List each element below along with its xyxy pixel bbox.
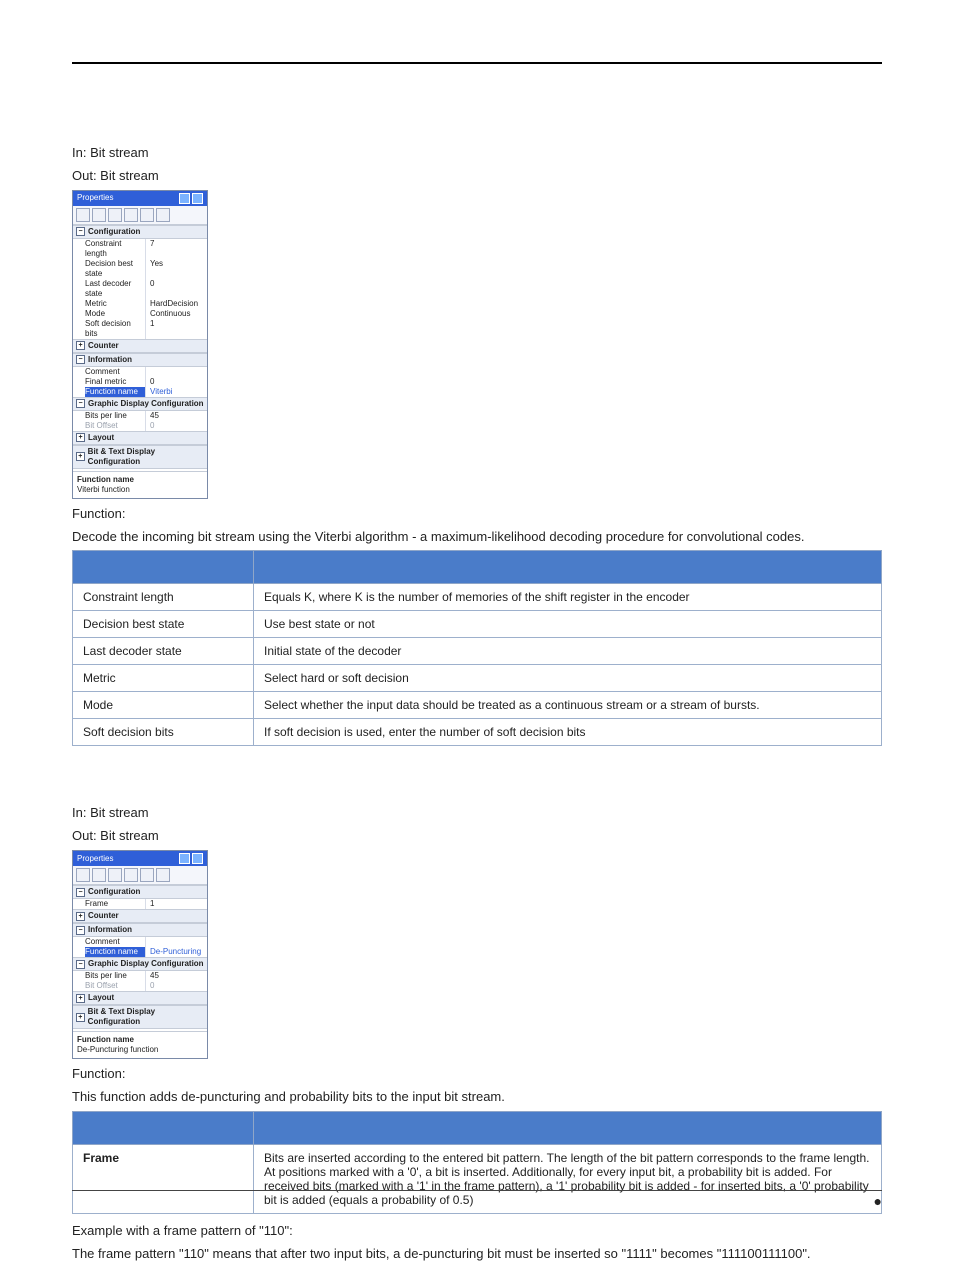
table-row: ModeSelect whether the input data should… [73,692,882,719]
toolbar-btn[interactable] [76,868,90,882]
expand-icon[interactable]: + [76,433,85,442]
properties-title-text: Properties [77,854,113,864]
toolbar-btn[interactable] [156,208,170,222]
footer-bullet-icon: ● [874,1193,882,1209]
collapse-icon[interactable]: − [76,399,85,408]
prop-row[interactable]: MetricHardDecision [73,299,207,309]
collapse-icon[interactable]: − [76,960,85,969]
expand-icon[interactable]: + [76,341,85,350]
group-counter[interactable]: +Counter [73,339,207,353]
close-icon[interactable] [192,853,203,864]
properties-panel-2: Properties −Configuration Frame1 +Counte… [72,850,208,1059]
properties-titlebar: Properties [73,191,207,206]
toolbar-btn[interactable] [156,868,170,882]
function-desc-1: Decode the incoming bit stream using the… [72,528,882,547]
properties-panel-1: Properties −Configuration Constraint len… [72,190,208,499]
properties-toolbar [73,866,207,885]
collapse-icon[interactable]: − [76,888,85,897]
collapse-icon[interactable]: − [76,355,85,364]
close-icon[interactable] [192,193,203,204]
parameter-table-1: Constraint lengthEquals K, where K is th… [72,550,882,746]
function-label-1: Function: [72,505,882,524]
collapse-icon[interactable]: − [76,227,85,236]
expand-icon[interactable]: + [76,452,85,461]
prop-row[interactable]: Bit Offset0 [73,421,207,431]
table-row: Decision best stateUse best state or not [73,611,882,638]
toolbar-btn[interactable] [140,208,154,222]
prop-row[interactable]: Bits per line45 [73,411,207,421]
properties-title-text: Properties [77,193,113,203]
prop-row[interactable]: Last decoder state0 [73,279,207,299]
in-label-2: In: Bit stream [72,804,882,823]
group-gdc[interactable]: −Graphic Display Configuration [73,397,207,411]
group-btdc[interactable]: +Bit & Text Display Configuration [73,445,207,469]
group-layout[interactable]: +Layout [73,431,207,445]
expand-icon[interactable]: + [76,912,85,921]
prop-row[interactable]: Comment [73,937,207,947]
prop-row[interactable]: Constraint length7 [73,239,207,259]
table-row: MetricSelect hard or soft decision [73,665,882,692]
table-row: FrameBits are inserted according to the … [73,1144,882,1213]
group-information[interactable]: −Information [73,353,207,367]
toolbar-btn[interactable] [76,208,90,222]
example-body: The frame pattern "110" means that after… [72,1245,882,1263]
prop-row[interactable]: Decision best stateYes [73,259,207,279]
toolbar-btn[interactable] [108,868,122,882]
toolbar-btn[interactable] [108,208,122,222]
group-layout[interactable]: +Layout [73,991,207,1005]
prop-row[interactable]: Final metric0 [73,377,207,387]
parameter-table-2: FrameBits are inserted according to the … [72,1111,882,1214]
properties-footer: Function name Viterbi function [73,471,207,498]
out-label-2: Out: Bit stream [72,827,882,846]
table-row: Soft decision bitsIf soft decision is us… [73,719,882,746]
prop-row-selected[interactable]: Function nameDe-Puncturing [73,947,207,957]
prop-row[interactable]: Bits per line45 [73,971,207,981]
expand-icon[interactable]: + [76,994,85,1003]
toolbar-btn[interactable] [92,208,106,222]
pin-icon[interactable] [179,853,190,864]
page: In: Bit stream Out: Bit stream Propertie… [0,0,954,1235]
top-rule [72,62,882,64]
group-btdc[interactable]: +Bit & Text Display Configuration [73,1005,207,1029]
table-row: Last decoder stateInitial state of the d… [73,638,882,665]
toolbar-btn[interactable] [124,208,138,222]
group-information[interactable]: −Information [73,923,207,937]
footer-rule [72,1190,882,1191]
toolbar-btn[interactable] [124,868,138,882]
group-counter[interactable]: +Counter [73,909,207,923]
collapse-icon[interactable]: − [76,926,85,935]
prop-row[interactable]: Bit Offset0 [73,981,207,991]
properties-toolbar [73,206,207,225]
prop-row[interactable]: Frame1 [73,899,207,909]
function-desc-2: This function adds de-puncturing and pro… [72,1088,882,1107]
prop-row[interactable]: ModeContinuous [73,309,207,319]
function-label-2: Function: [72,1065,882,1084]
group-configuration[interactable]: −Configuration [73,885,207,899]
properties-footer: Function name De-Puncturing function [73,1031,207,1058]
pin-icon[interactable] [179,193,190,204]
prop-row-selected[interactable]: Function nameViterbi [73,387,207,397]
toolbar-btn[interactable] [92,868,106,882]
toolbar-btn[interactable] [140,868,154,882]
table-row: Constraint lengthEquals K, where K is th… [73,584,882,611]
group-configuration[interactable]: −Configuration [73,225,207,239]
out-label-1: Out: Bit stream [72,167,882,186]
properties-titlebar: Properties [73,851,207,866]
prop-row[interactable]: Comment [73,367,207,377]
expand-icon[interactable]: + [76,1013,85,1022]
example-heading: Example with a frame pattern of "110": [72,1222,882,1241]
in-label-1: In: Bit stream [72,144,882,163]
prop-row[interactable]: Soft decision bits1 [73,319,207,339]
group-gdc[interactable]: −Graphic Display Configuration [73,957,207,971]
